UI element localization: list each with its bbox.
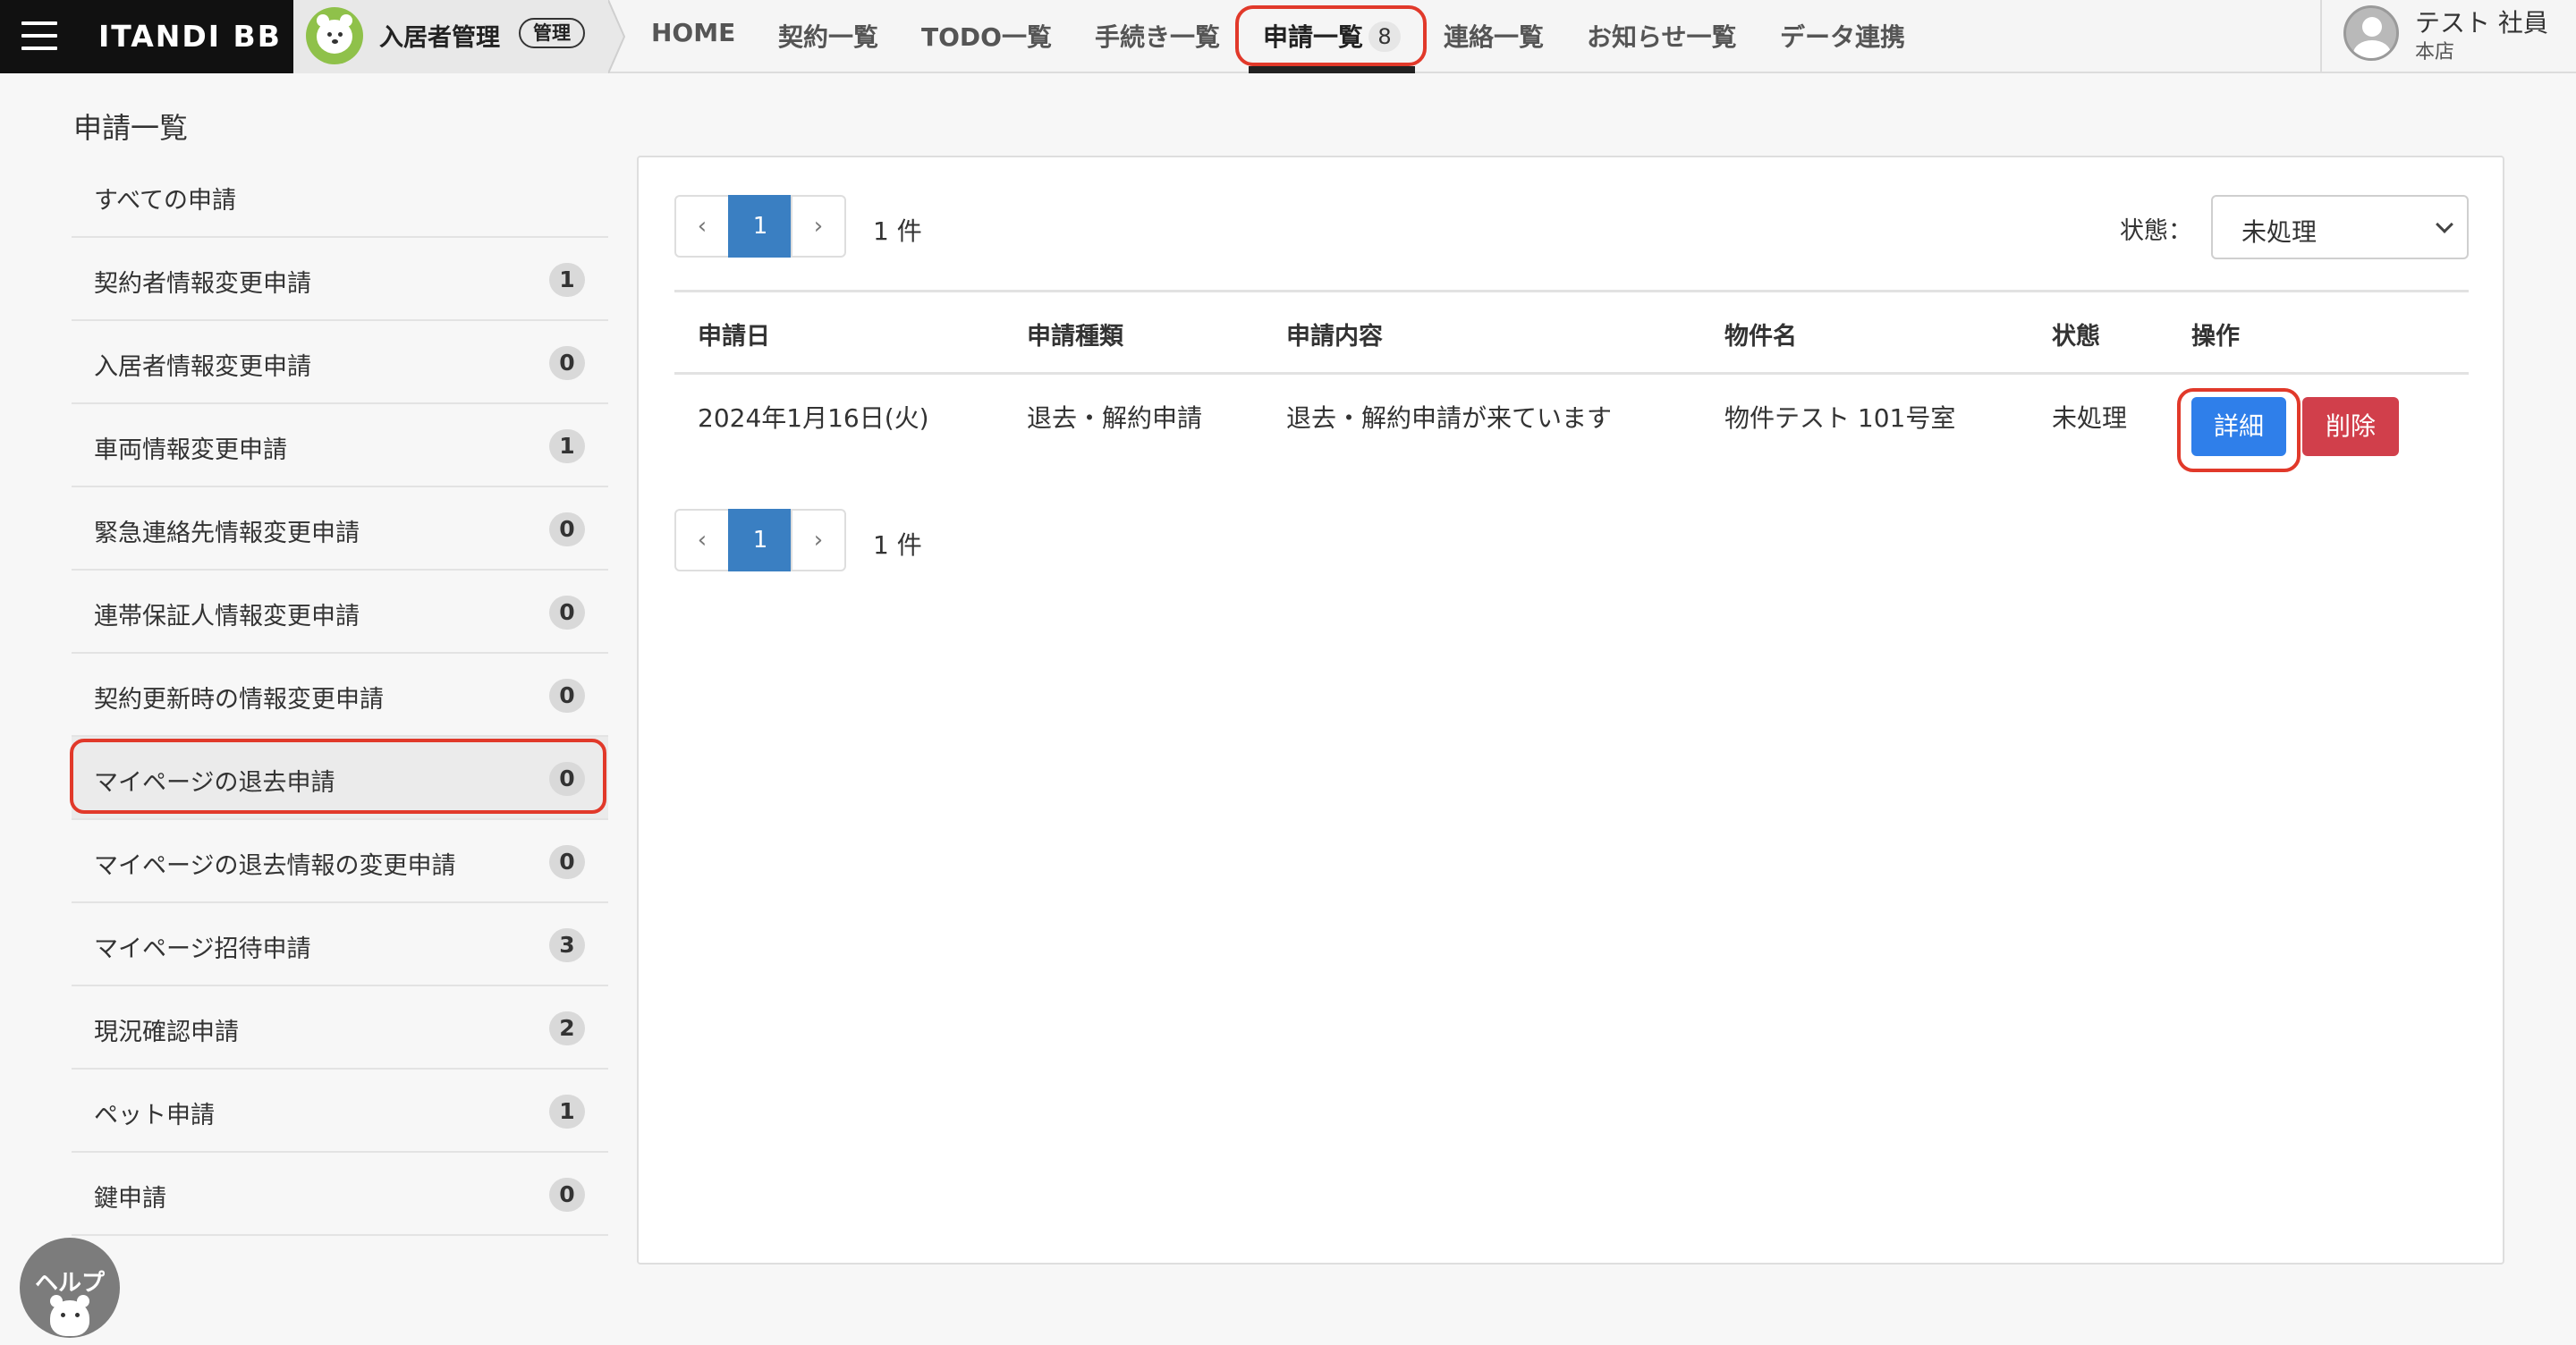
sidebar-item-label: 現況確認申請 bbox=[94, 1019, 239, 1046]
applications-panel: ‹ 1 › 1 件 状態： 未処理 申請日 申請種類 申請内容 物件名 状態 操… bbox=[637, 156, 2504, 1265]
col-header-content: 申請内容 bbox=[1286, 323, 1383, 351]
cell-date: 2024年1月16日(火) bbox=[698, 403, 929, 433]
sidebar-item-count-badge: 1 bbox=[549, 1095, 585, 1129]
pagination-page-1[interactable]: 1 bbox=[728, 509, 792, 571]
sidebar-item-count-badge: 0 bbox=[549, 596, 585, 630]
mascot-logo-icon bbox=[306, 7, 363, 64]
nav-contacts[interactable]: 連絡一覧 bbox=[1444, 18, 1544, 54]
sidebar-item-count-badge: 1 bbox=[549, 429, 585, 463]
user-avatar-icon bbox=[2343, 5, 2399, 61]
detail-button[interactable]: 詳細 bbox=[2191, 397, 2286, 456]
sidebar-item-label: 入居者情報変更申請 bbox=[94, 353, 311, 381]
sidebar-item[interactable]: 現況確認申請 2 bbox=[72, 986, 608, 1070]
sidebar-item[interactable]: マイページの退去情報の変更申請 0 bbox=[72, 820, 608, 903]
help-float-button[interactable]: ヘルプ bbox=[20, 1238, 120, 1338]
pagination-next-button[interactable]: › bbox=[791, 509, 846, 571]
nav-active-indicator bbox=[1249, 66, 1415, 73]
sidebar-item[interactable]: マイページの退去申請 0 bbox=[72, 737, 608, 820]
nav-data-link[interactable]: データ連携 bbox=[1780, 18, 1905, 54]
table-header-border bbox=[674, 372, 2469, 375]
result-count: 1 件 bbox=[873, 216, 922, 246]
sidebar-item-count-badge: 2 bbox=[549, 1011, 585, 1045]
help-label: ヘルプ bbox=[34, 1270, 105, 1297]
cell-status: 未処理 bbox=[2052, 403, 2128, 433]
sidebar-item[interactable]: ペット申請 1 bbox=[72, 1070, 608, 1153]
sidebar-item-count-badge: 0 bbox=[549, 845, 585, 879]
col-header-type: 申請種類 bbox=[1027, 323, 1123, 351]
sidebar-item-label: ペット申請 bbox=[94, 1102, 215, 1129]
brand-block: ITANDI BB bbox=[0, 0, 293, 73]
product-arrow-border bbox=[608, 0, 626, 73]
sidebar-item-count-badge: 0 bbox=[549, 346, 585, 380]
nav-applications[interactable]: 申請一覧 8 bbox=[1263, 18, 1402, 54]
nav-applications-label: 申請一覧 bbox=[1263, 22, 1364, 52]
sidebar-item-label: 緊急連絡先情報変更申請 bbox=[94, 520, 360, 547]
sidebar-item[interactable]: 入居者情報変更申請 0 bbox=[72, 321, 608, 404]
sidebar-item-count-badge: 0 bbox=[549, 679, 585, 713]
chevron-down-icon bbox=[2436, 216, 2453, 233]
status-filter-value: 未処理 bbox=[2241, 217, 2318, 247]
hamburger-menu-icon[interactable] bbox=[21, 20, 57, 52]
sidebar-item-count-badge: 1 bbox=[549, 263, 585, 297]
nav-todo[interactable]: TODO一覧 bbox=[921, 18, 1052, 54]
status-filter-select[interactable]: 未処理 bbox=[2211, 195, 2469, 259]
sidebar-item-label: すべての申請 bbox=[94, 187, 237, 215]
col-header-status: 状態 bbox=[2052, 323, 2100, 351]
sidebar-item-label: マイページ招待申請 bbox=[94, 935, 311, 963]
user-menu[interactable]: テスト 社員 本店 bbox=[2320, 0, 2576, 73]
user-branch: 本店 bbox=[2415, 41, 2455, 63]
top-navbar: ITANDI BB 入居者管理 管理 HOME 契約一覧 TODO一覧 手続き一… bbox=[0, 0, 2576, 73]
delete-button[interactable]: 削除 bbox=[2302, 397, 2399, 456]
sidebar-item[interactable]: 緊急連絡先情報変更申請 0 bbox=[72, 487, 608, 571]
table-top-border bbox=[674, 290, 2469, 292]
cell-type: 退去・解約申請 bbox=[1027, 403, 1203, 433]
sidebar-item[interactable]: 鍵申請 0 bbox=[72, 1153, 608, 1236]
sidebar-item[interactable]: 契約更新時の情報変更申請 0 bbox=[72, 654, 608, 737]
product-name: 入居者管理 bbox=[379, 24, 500, 52]
product-role-badge: 管理 bbox=[519, 18, 585, 48]
sidebar-item-label: 契約者情報変更申請 bbox=[94, 270, 311, 298]
page-title: 申請一覧 bbox=[73, 111, 189, 145]
nav-applications-count-badge: 8 bbox=[1368, 21, 1402, 52]
sidebar-item[interactable]: 車両情報変更申請 1 bbox=[72, 404, 608, 487]
cell-content: 退去・解約申請が来ています bbox=[1286, 403, 1613, 433]
sidebar-item-label: マイページの退去情報の変更申請 bbox=[94, 852, 456, 880]
nav-contracts[interactable]: 契約一覧 bbox=[778, 18, 878, 54]
sidebar-item-label: 車両情報変更申請 bbox=[94, 436, 287, 464]
sidebar-item[interactable]: すべての申請 bbox=[72, 155, 608, 238]
pagination-next-button[interactable]: › bbox=[791, 195, 846, 258]
col-header-actions: 操作 bbox=[2191, 323, 2240, 351]
user-name: テスト 社員 bbox=[2415, 8, 2548, 38]
sidebar-item[interactable]: 契約者情報変更申請 1 bbox=[72, 238, 608, 321]
nav-procedures[interactable]: 手続き一覧 bbox=[1095, 18, 1220, 54]
bear-mascot-icon bbox=[50, 1300, 89, 1336]
sidebar-item-label: 連帯保証人情報変更申請 bbox=[94, 603, 360, 630]
sidebar-item-label: 契約更新時の情報変更申請 bbox=[94, 686, 384, 714]
sidebar-item-count-badge: 0 bbox=[549, 762, 585, 796]
sidebar-item[interactable]: 連帯保証人情報変更申請 0 bbox=[72, 571, 608, 654]
result-count: 1 件 bbox=[873, 530, 922, 560]
pagination-page-1[interactable]: 1 bbox=[728, 195, 792, 258]
sidebar-item-count-badge: 0 bbox=[549, 512, 585, 546]
sidebar-item-label: マイページの退去申請 bbox=[94, 769, 335, 797]
sidebar-item[interactable]: マイページ招待申請 3 bbox=[72, 903, 608, 986]
brand-logo[interactable]: ITANDI BB bbox=[98, 19, 282, 54]
sidebar-item-count-badge: 0 bbox=[549, 1178, 585, 1212]
col-header-date: 申請日 bbox=[698, 323, 770, 351]
nav-home[interactable]: HOME bbox=[651, 18, 735, 47]
sidebar-item-label: 鍵申請 bbox=[94, 1185, 166, 1213]
status-filter-label: 状態： bbox=[2120, 217, 2192, 245]
pagination-prev-button[interactable]: ‹ bbox=[674, 195, 730, 258]
col-header-property: 物件名 bbox=[1724, 323, 1797, 351]
cell-property: 物件テスト 101号室 bbox=[1724, 403, 1956, 433]
nav-notices[interactable]: お知らせ一覧 bbox=[1587, 18, 1736, 54]
sidebar-item-count-badge: 3 bbox=[549, 928, 585, 962]
pagination-prev-button[interactable]: ‹ bbox=[674, 509, 730, 571]
